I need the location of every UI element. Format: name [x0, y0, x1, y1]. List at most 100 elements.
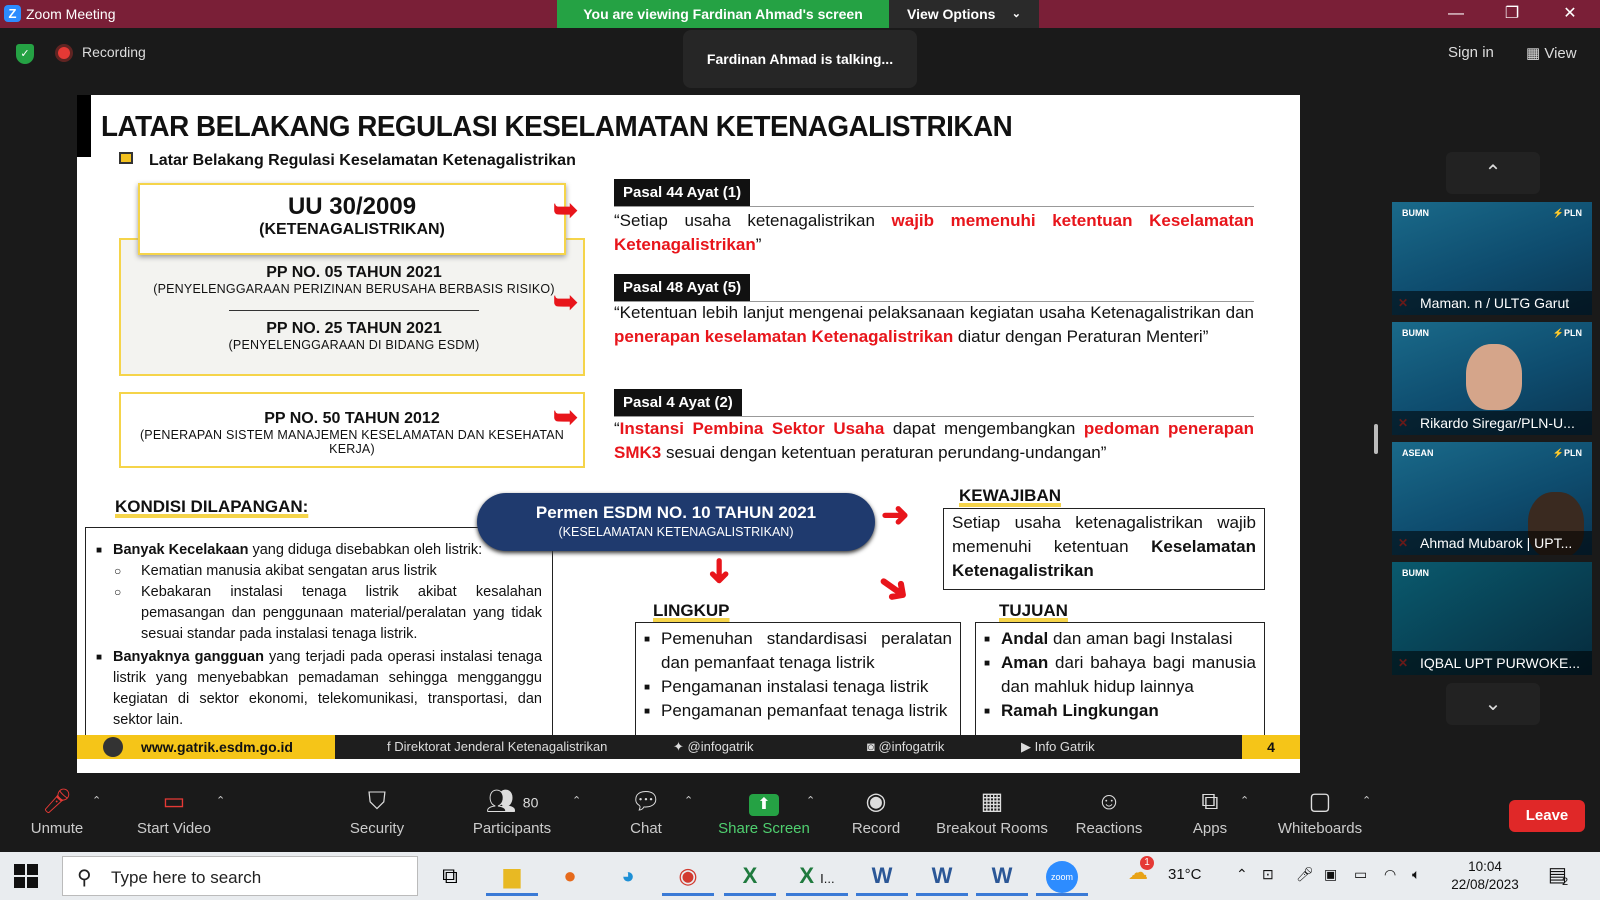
excel-window-icon[interactable]: X I... — [786, 856, 848, 896]
pln-logo-icon: ⚡PLN — [1552, 208, 1582, 218]
wifi-icon[interactable]: ◠ — [1384, 866, 1396, 883]
divider — [229, 310, 479, 311]
participant-name: IQBAL UPT PURWOKE... — [1392, 651, 1592, 675]
share-screen-button[interactable]: ⬆ Share Screen — [716, 782, 812, 848]
shared-screen-slide: LATAR BELAKANG REGULASI KESELAMATAN KETE… — [77, 95, 1300, 773]
participants-count: 80 — [522, 794, 539, 811]
list-item: Banyak Kecelakaan yang diduga disebabkan… — [96, 540, 542, 561]
clock-time: 10:04 — [1468, 859, 1502, 874]
weather-temp[interactable]: 31°C — [1168, 866, 1202, 883]
muted-mic-icon: 🎤︎ — [41, 788, 73, 815]
reactions-button[interactable]: ☺ Reactions — [1072, 782, 1146, 848]
chevron-up-icon[interactable]: ⌃ — [1240, 794, 1249, 807]
word-icon[interactable]: W — [976, 856, 1028, 896]
weather-badge: 1 — [1140, 856, 1154, 870]
word-icon[interactable]: W — [856, 856, 908, 896]
chat-button[interactable]: 💬︎ Chat — [626, 782, 666, 848]
zoom-app-icon[interactable]: zoom — [1036, 856, 1088, 896]
footer-facebook: f Direktorat Jenderal Ketenagalistrikan — [387, 739, 607, 754]
slide-title: LATAR BELAKANG REGULASI KESELAMATAN KETE… — [101, 111, 1013, 143]
recording-label[interactable]: Recording — [82, 44, 146, 60]
pp25-subtitle: (PENYELENGGARAAN DI BIDANG ESDM) — [228, 338, 480, 352]
window-title: Zoom Meeting — [26, 6, 116, 22]
scroll-down-button[interactable]: ⌄ — [1446, 683, 1540, 725]
participant-tile[interactable]: BUMN⚡PLN ✕ Maman. n / ULTG Garut — [1392, 202, 1592, 315]
curved-arrow-icon: ➥ — [553, 401, 579, 434]
record-button[interactable]: ◉ Record — [848, 782, 904, 848]
restore-icon[interactable]: ❐ — [1492, 0, 1532, 28]
word-icon[interactable]: W — [916, 856, 968, 896]
task-view-icon[interactable]: ⧉ — [424, 856, 476, 896]
slide-subtitle: Latar Belakang Regulasi Keselamatan Kete… — [149, 152, 576, 169]
pp25-card: PP NO. 25 TAHUN 2021 (PENYELENGGARAAN DI… — [121, 320, 587, 352]
battery-icon[interactable]: ▭ — [1354, 866, 1367, 883]
list-item: Kebakaran instalasi tenaga listrik akiba… — [96, 582, 542, 645]
taskbar-clock[interactable]: 10:04 22/08/2023 — [1440, 858, 1530, 894]
list-item: Andal dan aman bagi Instalasi — [984, 627, 1256, 652]
windows-start-icon[interactable] — [14, 864, 38, 888]
participant-tile[interactable]: BUMN⚡PLN ✕ Rikardo Siregar/PLN-U... — [1392, 322, 1592, 435]
sign-in-button[interactable]: Sign in — [1448, 44, 1494, 61]
panel-resize-handle[interactable] — [1374, 424, 1378, 454]
uu-subtitle: (KETENAGALISTRIKAN) — [259, 221, 445, 238]
text-run: “Ketentuan lebih lanjut mengenai pelaksa… — [614, 303, 1254, 322]
close-icon[interactable]: ✕ — [1550, 0, 1590, 28]
microphone-icon[interactable]: 🎤︎ — [1296, 866, 1314, 883]
chevron-up-icon[interactable]: ⌃ — [1236, 866, 1248, 883]
pasal-4-label: Pasal 4 Ayat (2) — [614, 389, 742, 416]
excel-window-label: I... — [820, 871, 835, 886]
participants-label: Participants — [472, 820, 552, 837]
right-arrow-icon: ➜ — [881, 496, 910, 534]
breakout-rooms-button[interactable]: ▦ Breakout Rooms — [934, 782, 1050, 848]
view-options-button[interactable]: View Options ⌄ — [889, 0, 1039, 28]
start-video-button[interactable]: ▭ Start Video — [128, 782, 220, 848]
text-run: dapat mengembangkan — [884, 419, 1084, 438]
participant-tile[interactable]: ASEAN⚡PLN ✕ Ahmad Mubarok | UPT... — [1392, 442, 1592, 555]
kondisi-title: KONDISI DILAPANGAN: — [115, 497, 309, 516]
security-button[interactable]: ⛉ Security — [344, 782, 410, 848]
encryption-shield-icon[interactable]: ✓ — [16, 44, 34, 64]
windows-taskbar: ⚲ Type here to search ⧉ ▆ ● ◕ ◉ X X I...… — [0, 852, 1600, 900]
chevron-up-icon[interactable]: ⌃ — [92, 794, 101, 807]
file-explorer-icon[interactable]: ▆ — [486, 856, 538, 896]
participants-icon: 👥︎ 80 — [485, 788, 539, 815]
reactions-icon: ☺ — [1096, 788, 1122, 815]
unmute-button[interactable]: 🎤︎ Unmute — [22, 782, 92, 848]
scroll-up-button[interactable]: ⌃ — [1446, 152, 1540, 194]
chevron-up-icon[interactable]: ⌃ — [216, 794, 225, 807]
device-icon[interactable]: ⊡ — [1262, 866, 1274, 883]
chevron-up-icon[interactable]: ⌃ — [806, 794, 815, 807]
pp05-subtitle: (PENYELENGGARAAN PERIZINAN BERUSAHA BERB… — [153, 282, 555, 296]
chevron-up-icon[interactable]: ⌃ — [684, 794, 693, 807]
chevron-up-icon[interactable]: ⌃ — [572, 794, 581, 807]
youtube-icon: ▶ — [1021, 739, 1031, 754]
display-icon[interactable]: ▣ — [1324, 866, 1337, 883]
participants-button[interactable]: 👥︎ 80 Participants — [466, 782, 558, 848]
pln-logo-icon: ⚡PLN — [1552, 328, 1582, 338]
view-label: View — [1544, 45, 1577, 62]
kewajiban-title: KEWAJIBAN — [959, 486, 1062, 505]
taskbar-search-box[interactable]: ⚲ Type here to search — [62, 856, 418, 896]
share-screen-label: Share Screen — [718, 820, 810, 837]
pasal-48-text: “Ketentuan lebih lanjut mengenai pelaksa… — [614, 301, 1254, 349]
minimize-icon[interactable]: — — [1436, 0, 1476, 28]
chrome-icon[interactable]: ◉ — [662, 856, 714, 896]
folder-icon — [119, 152, 133, 164]
speaker-icon[interactable]: 🔈︎ — [1412, 866, 1420, 883]
meeting-toolbar: 🎤︎ Unmute ⌃ ▭ Start Video ⌃ ⛉ Security 👥︎ 8… — [0, 782, 1600, 848]
whiteboards-button[interactable]: ▢ Whiteboards — [1274, 782, 1366, 848]
instagram-icon: ◙ — [867, 739, 875, 754]
view-button[interactable]: ▦ View — [1526, 44, 1577, 62]
breakout-rooms-icon: ▦ — [980, 788, 1004, 815]
bold-text: Andal — [1001, 629, 1049, 648]
pasal-48-label: Pasal 48 Ayat (5) — [614, 274, 751, 301]
pp50-title: PP NO. 50 TAHUN 2012 — [264, 410, 440, 427]
apps-button[interactable]: ⧉ Apps — [1188, 782, 1232, 848]
page-number: 4 — [1242, 735, 1300, 759]
edge-icon[interactable]: ◕ — [602, 856, 654, 896]
chevron-up-icon[interactable]: ⌃ — [1362, 794, 1371, 807]
leave-button[interactable]: Leave — [1509, 800, 1585, 832]
excel-icon[interactable]: X — [724, 856, 776, 896]
participant-tile[interactable]: BUMN ✕ IQBAL UPT PURWOKE... — [1392, 562, 1592, 675]
firefox-icon[interactable]: ● — [544, 856, 596, 896]
